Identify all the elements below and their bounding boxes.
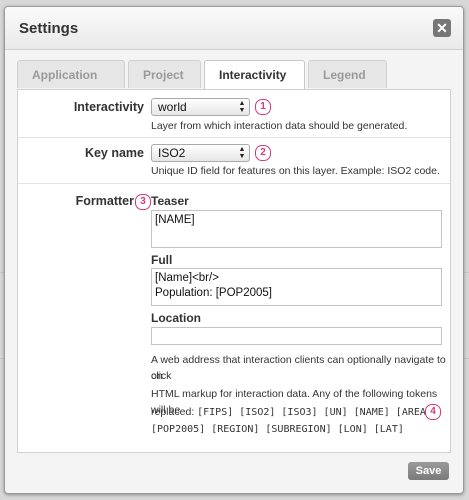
interactivity-help: Layer from which interaction data should… xyxy=(151,120,408,132)
close-icon: ✕ xyxy=(436,20,448,36)
interactivity-label: Interactivity xyxy=(73,100,144,114)
row-divider xyxy=(18,183,450,184)
settings-dialog: Settings ✕ Application Project Interacti… xyxy=(4,6,464,494)
close-button[interactable]: ✕ xyxy=(433,19,451,37)
tab-bar: Application Project Interactivity Legend xyxy=(17,60,390,90)
full-label: Full xyxy=(151,253,173,267)
full-textarea[interactable]: [Name]<br/> Population: [POP2005] xyxy=(151,268,442,306)
formatter-label: Formatter xyxy=(75,194,134,208)
key-name-label: Key name xyxy=(84,146,144,160)
location-label: Location xyxy=(151,311,201,325)
callout-badge-2: 2 xyxy=(255,145,271,161)
tokens-help-prefix: replaced: xyxy=(151,406,195,418)
tokens-help-line-2: replaced: [FIPS] [ISO2] [ISO3] [UN] [NAM… xyxy=(151,404,432,421)
location-help-line-1: A web address that interaction clients c… xyxy=(151,354,446,382)
interactivity-panel: Interactivity world ▲ ▼ 1 Layer from whic… xyxy=(17,89,451,453)
key-name-select-value: ISO2 xyxy=(158,146,186,160)
teaser-label: Teaser xyxy=(151,194,189,208)
tokens-list-line-2: [POP2005] [REGION] [SUBREGION] [LON] [LA… xyxy=(151,424,404,435)
select-arrows-icon: ▲ ▼ xyxy=(238,146,246,160)
tab-interactivity[interactable]: Interactivity xyxy=(204,60,305,90)
callout-badge-3: 3 xyxy=(135,194,151,210)
save-button[interactable]: Save xyxy=(408,462,449,480)
key-name-select[interactable]: ISO2 ▲ ▼ xyxy=(151,144,250,162)
tokens-list-line-1: [FIPS] [ISO2] [ISO3] [UN] [NAME] [AREA] xyxy=(197,407,432,418)
location-help-line-2: click xyxy=(151,370,172,382)
tab-project[interactable]: Project xyxy=(128,60,201,88)
dialog-title: Settings xyxy=(19,20,79,37)
select-arrows-icon: ▲ ▼ xyxy=(238,100,246,114)
interactivity-select-value: world xyxy=(158,100,187,114)
interactivity-select[interactable]: world ▲ ▼ xyxy=(151,98,250,116)
tab-application[interactable]: Application xyxy=(17,60,125,88)
dialog-title-bar: Settings ✕ xyxy=(5,7,463,50)
tab-legend[interactable]: Legend xyxy=(308,60,387,88)
row-divider xyxy=(18,137,450,138)
key-name-help: Unique ID field for features on this lay… xyxy=(151,165,440,177)
teaser-textarea[interactable]: [NAME] xyxy=(151,210,442,248)
callout-badge-1: 1 xyxy=(255,99,271,115)
location-input[interactable] xyxy=(151,327,442,345)
callout-badge-4: 4 xyxy=(425,404,441,420)
